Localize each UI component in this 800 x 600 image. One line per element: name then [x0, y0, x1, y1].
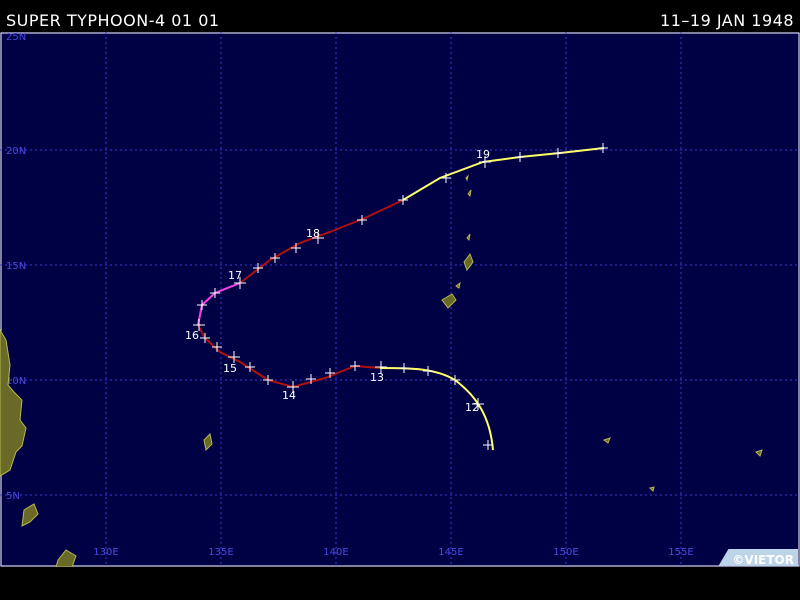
storm-dates: 11–19 JAN 1948	[660, 11, 794, 30]
lon-label-145e: 145E	[438, 547, 463, 558]
day-label-19: 19	[476, 148, 490, 161]
track-map: 25N 20N 15N 10N 5N 130E 135E 140E 145E 1…	[0, 32, 800, 567]
lon-label-135e: 135E	[208, 547, 233, 558]
bottom-bar	[0, 567, 800, 600]
day-label-18: 18	[306, 227, 320, 240]
day-label-14: 14	[282, 389, 296, 402]
lon-label-155e: 155E	[668, 547, 693, 558]
lat-label-25n: 25N	[6, 32, 26, 43]
lon-label-140e: 140E	[323, 547, 348, 558]
day-label-12: 12	[465, 401, 479, 414]
day-label-13: 13	[370, 371, 384, 384]
lat-label-15n: 15N	[6, 261, 26, 272]
lon-label-150e: 150E	[553, 547, 578, 558]
credit-text: ©VIETOR	[732, 553, 794, 567]
credit-badge: ©VIETOR	[718, 549, 798, 566]
day-label-17: 17	[228, 269, 242, 282]
storm-title: SUPER TYPHOON-4 01 01	[6, 11, 220, 30]
day-label-16: 16	[185, 329, 199, 342]
map-header: SUPER TYPHOON-4 01 01 11–19 JAN 1948	[0, 0, 800, 32]
ocean-background	[0, 32, 800, 567]
lat-label-20n: 20N	[6, 146, 26, 157]
lat-label-5n: 5N	[6, 491, 20, 502]
day-label-15: 15	[223, 362, 237, 375]
lon-label-130e: 130E	[93, 547, 118, 558]
